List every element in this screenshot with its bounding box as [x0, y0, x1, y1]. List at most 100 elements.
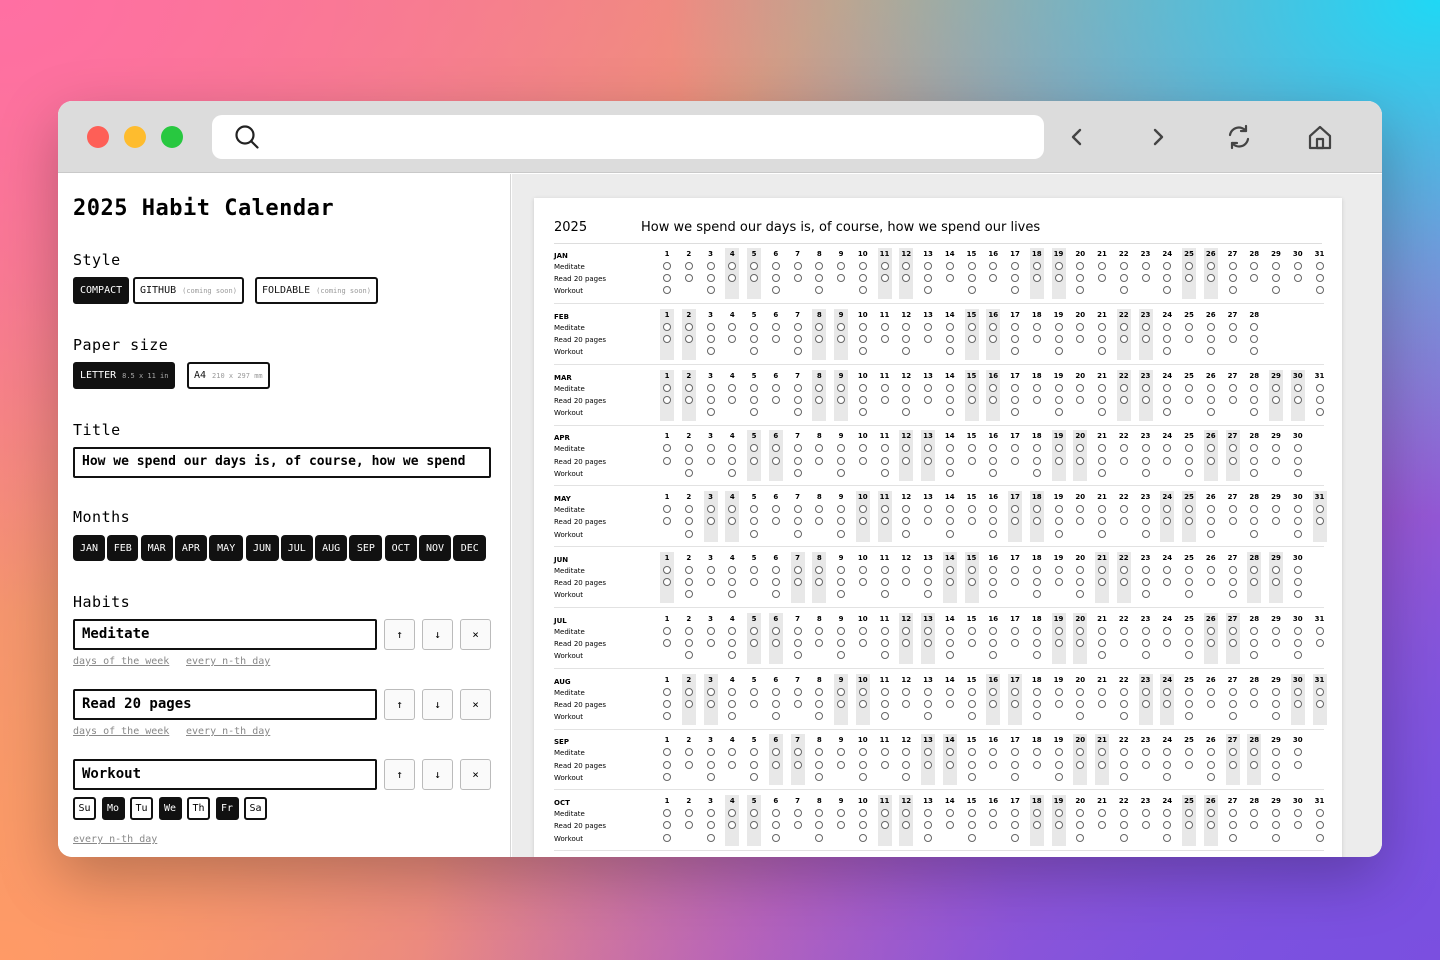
habit-checkbox[interactable]	[1119, 395, 1128, 404]
habit-checkbox[interactable]	[684, 334, 693, 343]
habit-checkbox[interactable]	[1054, 407, 1063, 416]
habit-checkbox[interactable]	[684, 395, 693, 404]
habit-checkbox[interactable]	[902, 407, 911, 416]
habit-checkbox[interactable]	[684, 383, 693, 392]
habit-checkbox[interactable]	[1272, 711, 1280, 720]
habit-checkbox[interactable]	[706, 383, 715, 392]
habit-checkbox[interactable]	[663, 456, 671, 465]
habit-checkbox[interactable]	[1032, 578, 1041, 587]
habit-checkbox[interactable]	[1032, 456, 1041, 465]
habit-checkbox[interactable]	[1272, 772, 1280, 781]
habit-checkbox[interactable]	[945, 578, 954, 587]
habit-checkbox[interactable]	[945, 517, 954, 526]
habit-checkbox[interactable]	[1032, 566, 1041, 574]
habit-checkbox[interactable]	[815, 456, 824, 465]
habit-checkbox[interactable]	[967, 334, 976, 343]
habit-checkbox[interactable]	[1032, 262, 1041, 270]
habit-checkbox[interactable]	[728, 590, 737, 599]
habit-checkbox[interactable]	[1272, 578, 1280, 587]
habit-checkbox[interactable]	[902, 347, 911, 356]
habit-checkbox[interactable]	[1185, 687, 1193, 696]
habit-checkbox[interactable]	[858, 456, 867, 465]
habit-checkbox[interactable]	[793, 262, 802, 270]
habit-checkbox[interactable]	[1098, 638, 1106, 647]
habit-checkbox[interactable]	[924, 578, 932, 587]
habit-checkbox[interactable]	[1119, 517, 1128, 526]
habit-checkbox[interactable]	[1228, 590, 1237, 599]
habit-checkbox[interactable]	[1032, 395, 1041, 404]
habit-checkbox[interactable]	[902, 444, 911, 453]
habit-checkbox[interactable]	[1119, 772, 1128, 781]
habit-checkbox[interactable]	[1119, 383, 1128, 392]
habit-checkbox[interactable]	[967, 699, 976, 708]
habit-checkbox[interactable]	[706, 626, 715, 635]
habit-checkbox[interactable]	[1141, 456, 1150, 465]
habit-checkbox[interactable]	[1185, 626, 1193, 635]
habit-checkbox[interactable]	[945, 383, 954, 392]
habit-checkbox[interactable]	[837, 529, 845, 538]
title-input[interactable]: How we spend our days is, of course, how…	[73, 447, 491, 478]
habit-checkbox[interactable]	[684, 529, 693, 538]
habit-checkbox[interactable]	[1185, 262, 1193, 270]
habit-checkbox[interactable]	[945, 262, 954, 270]
habit-checkbox[interactable]	[1293, 505, 1302, 514]
habit-checkbox[interactable]	[1011, 517, 1019, 526]
habit-checkbox[interactable]	[663, 322, 671, 331]
habit-checkbox[interactable]	[1141, 334, 1150, 343]
habit-checkbox[interactable]	[1032, 505, 1041, 514]
habit-checkbox[interactable]	[1250, 517, 1259, 526]
habit-checkbox[interactable]	[815, 566, 824, 574]
habit-checkbox[interactable]	[793, 821, 802, 830]
habit-checkbox[interactable]	[924, 821, 932, 830]
habit-checkbox[interactable]	[902, 699, 911, 708]
habit-checkbox[interactable]	[1054, 444, 1063, 453]
habit-checkbox[interactable]	[1272, 517, 1280, 526]
habit-checkbox[interactable]	[815, 383, 824, 392]
habit-checkbox[interactable]	[967, 322, 976, 331]
habit-checkbox[interactable]	[1098, 529, 1106, 538]
habit-checkbox[interactable]	[728, 748, 737, 757]
habit-checkbox[interactable]	[771, 395, 780, 404]
habit-checkbox[interactable]	[1141, 687, 1150, 696]
habit-checkbox[interactable]	[728, 444, 737, 453]
habit-checkbox[interactable]	[1272, 383, 1280, 392]
habit-checkbox[interactable]	[1315, 833, 1324, 842]
habit-checkbox[interactable]	[771, 566, 780, 574]
habit-checkbox[interactable]	[750, 262, 758, 270]
habit-checkbox[interactable]	[1250, 383, 1259, 392]
habit-checkbox[interactable]	[1163, 809, 1172, 818]
habit-checkbox[interactable]	[706, 334, 715, 343]
habit-checkbox[interactable]	[1098, 687, 1106, 696]
habit-checkbox[interactable]	[1272, 748, 1280, 757]
habit-checkbox[interactable]	[858, 322, 867, 331]
habit-checkbox[interactable]	[1250, 322, 1259, 331]
move-up-button[interactable]: ↑	[384, 619, 415, 650]
habit-checkbox[interactable]	[1076, 711, 1085, 720]
habit-checkbox[interactable]	[663, 444, 671, 453]
habit-checkbox[interactable]	[1119, 833, 1128, 842]
habit-checkbox[interactable]	[1228, 274, 1237, 283]
habit-checkbox[interactable]	[880, 687, 889, 696]
habit-checkbox[interactable]	[1250, 578, 1259, 587]
habit-checkbox[interactable]	[1228, 395, 1237, 404]
habit-checkbox[interactable]	[902, 529, 911, 538]
habit-checkbox[interactable]	[1076, 334, 1085, 343]
habit-checkbox[interactable]	[706, 566, 715, 574]
habit-checkbox[interactable]	[1011, 456, 1019, 465]
habit-checkbox[interactable]	[1098, 821, 1106, 830]
habit-checkbox[interactable]	[750, 638, 758, 647]
habit-checkbox[interactable]	[1250, 566, 1259, 574]
habit-checkbox[interactable]	[793, 322, 802, 331]
habit-checkbox[interactable]	[945, 274, 954, 283]
habit-checkbox[interactable]	[880, 517, 889, 526]
habit-checkbox[interactable]	[1206, 760, 1215, 769]
habit-checkbox[interactable]	[1119, 334, 1128, 343]
habit-checkbox[interactable]	[1272, 505, 1280, 514]
habit-checkbox[interactable]	[663, 748, 671, 757]
habit-checkbox[interactable]	[1185, 821, 1193, 830]
habit-checkbox[interactable]	[1011, 383, 1019, 392]
habit-checkbox[interactable]	[815, 772, 824, 781]
habit-checkbox[interactable]	[1206, 395, 1215, 404]
habit-checkbox[interactable]	[924, 383, 932, 392]
habit-checkbox[interactable]	[793, 651, 802, 660]
